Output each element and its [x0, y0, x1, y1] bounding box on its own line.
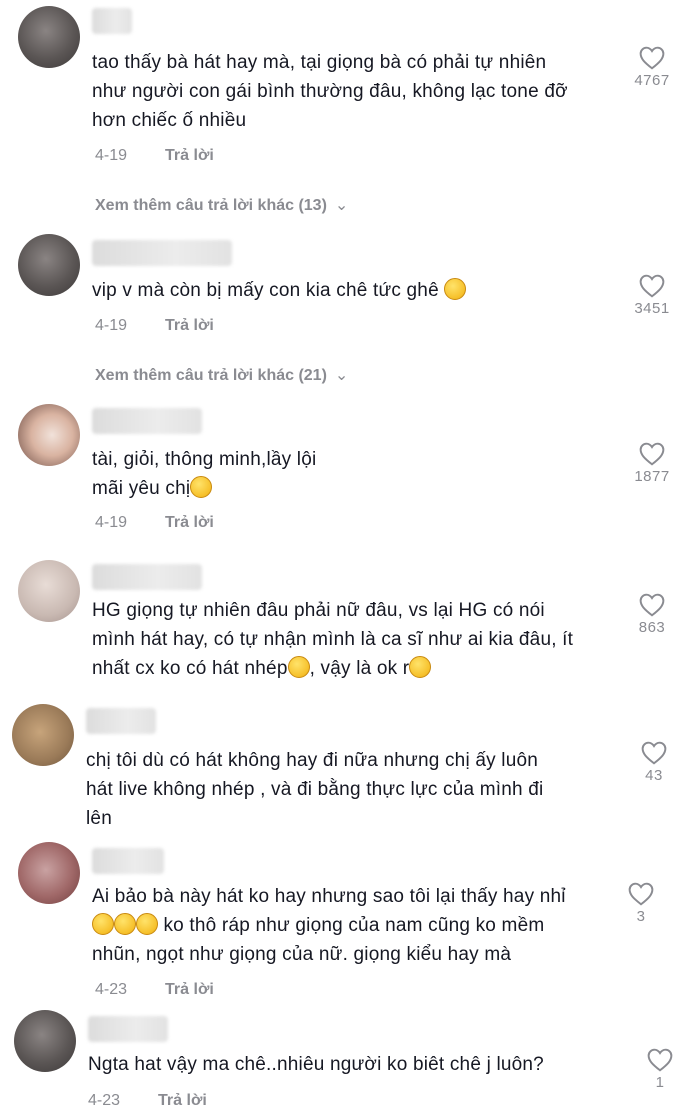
heart-outline-icon: [639, 442, 665, 466]
heart-outline-icon: [639, 593, 665, 617]
comment-meta: 4-19 Trả lời: [95, 147, 214, 165]
comment-text: tài, giỏi, thông minh,lầy lội mãi yêu ch…: [92, 449, 317, 499]
like-count: 1877: [634, 468, 670, 485]
heart-outline-icon: [628, 882, 654, 906]
comment-meta: 4-19 Trả lời: [95, 317, 214, 335]
like-button[interactable]: 1877: [622, 442, 682, 485]
heart-outline-icon: [641, 741, 667, 765]
like-button[interactable]: 3: [611, 882, 671, 925]
avatar[interactable]: [18, 234, 80, 296]
comment-date: 4-19: [95, 514, 128, 531]
like-count: 1: [655, 1074, 665, 1091]
like-count: 3: [636, 908, 646, 925]
smiling-face-with-hearts-emoji: [190, 476, 213, 498]
comment-text: vip v mà còn bị mấy con kia chê tức ghê: [92, 276, 467, 305]
like-count: 4767: [634, 72, 670, 89]
comment-meta: 4-23 Trả lời: [88, 1092, 207, 1110]
username-blurred[interactable]: [92, 240, 232, 266]
chevron-down-icon: ⌄: [334, 197, 349, 214]
avatar[interactable]: [18, 404, 80, 466]
comment-date: 4-23: [88, 1092, 121, 1109]
like-button[interactable]: 863: [622, 593, 682, 636]
avatar[interactable]: [12, 704, 74, 766]
pensive-emoji: [287, 656, 310, 678]
comment-date: 4-19: [95, 147, 128, 164]
comment-text: tao thấy bà hát hay mà, tại giọng bà có …: [92, 52, 568, 131]
grinning-sweat-emoji: [114, 913, 136, 935]
comment-text: Ngta hat vậy ma chê..nhiêu người ko biêt…: [88, 1054, 544, 1075]
comment-date: 4-19: [95, 317, 128, 334]
avatar[interactable]: [18, 6, 80, 68]
username-blurred[interactable]: [92, 564, 202, 590]
comment-meta: 4-23 Trả lời: [95, 981, 214, 999]
pensive-emoji: [409, 656, 432, 678]
reply-button[interactable]: Trả lời: [165, 514, 214, 531]
reply-button[interactable]: Trả lời: [158, 1092, 207, 1109]
like-count: 3451: [634, 300, 670, 317]
username-blurred[interactable]: [92, 408, 202, 434]
comment-text: Ai bảo bà này hát ko hay nhưng sao tôi l…: [92, 886, 566, 965]
heart-outline-icon: [639, 46, 665, 70]
username-blurred[interactable]: [86, 708, 156, 734]
reply-button[interactable]: Trả lời: [165, 981, 214, 998]
smirk-emoji: [444, 278, 467, 300]
chevron-down-icon: ⌄: [334, 367, 349, 384]
heart-outline-icon: [647, 1048, 673, 1072]
username-blurred[interactable]: [88, 1016, 168, 1042]
like-button[interactable]: 1: [630, 1048, 690, 1091]
avatar[interactable]: [18, 560, 80, 622]
view-more-replies[interactable]: Xem thêm câu trả lời khác (13) ⌄: [95, 195, 348, 215]
comment-meta: 4-19 Trả lời: [95, 514, 214, 532]
grinning-sweat-emoji: [92, 913, 114, 935]
like-button[interactable]: 43: [624, 741, 684, 784]
username-blurred[interactable]: [92, 848, 164, 874]
username-blurred[interactable]: [92, 8, 132, 34]
view-more-replies[interactable]: Xem thêm câu trả lời khác (21) ⌄: [95, 365, 348, 385]
comment-text: HG giọng tự nhiên đâu phải nữ đâu, vs lạ…: [92, 600, 574, 679]
avatar[interactable]: [14, 1010, 76, 1072]
comment-text: chị tôi dù có hát không hay đi nữa nhưng…: [86, 750, 544, 829]
comment-date: 4-23: [95, 981, 128, 998]
avatar[interactable]: [18, 842, 80, 904]
heart-outline-icon: [639, 274, 665, 298]
like-count: 43: [645, 767, 663, 784]
reply-button[interactable]: Trả lời: [165, 147, 214, 164]
grinning-sweat-emoji: [136, 913, 158, 935]
like-button[interactable]: 4767: [622, 46, 682, 89]
like-button[interactable]: 3451: [622, 274, 682, 317]
like-count: 863: [638, 619, 666, 636]
reply-button[interactable]: Trả lời: [165, 317, 214, 334]
